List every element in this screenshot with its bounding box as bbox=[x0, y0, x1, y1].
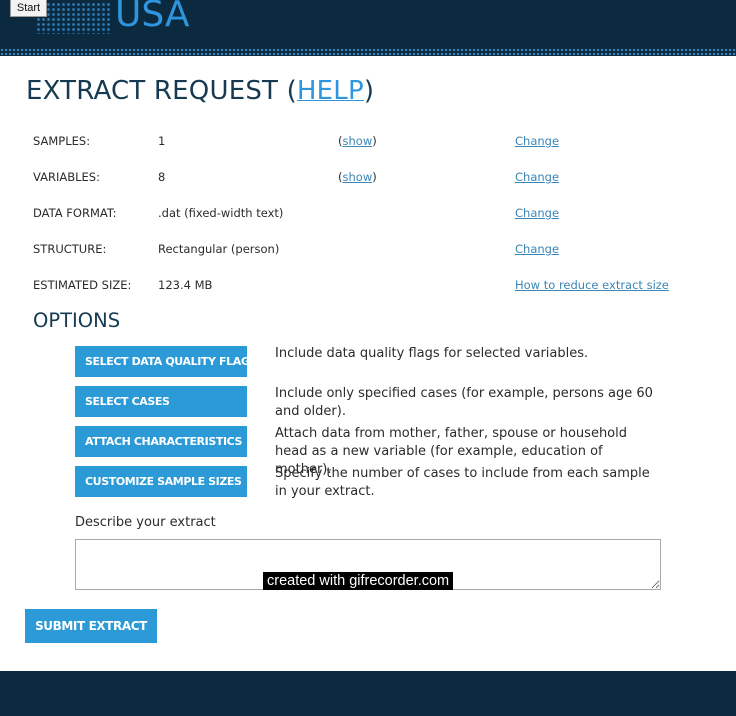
recorder-watermark: created with gifrecorder.com bbox=[263, 572, 454, 590]
summary-row-structure: STRUCTURE: Rectangular (person) Change bbox=[33, 239, 693, 259]
data-quality-flags-description: Include data quality flags for selected … bbox=[275, 346, 589, 361]
data-format-change-link[interactable]: Change bbox=[515, 203, 559, 223]
customize-sample-sizes-description: Specify the number of cases to include f… bbox=[275, 466, 650, 499]
structure-change-link[interactable]: Change bbox=[515, 239, 559, 259]
select-data-quality-flags-button[interactable]: SELECT DATA QUALITY FLAGS bbox=[75, 346, 257, 377]
help-link[interactable]: HELP bbox=[297, 76, 364, 106]
attach-characteristics-button[interactable]: ATTACH CHARACTERISTICS bbox=[75, 426, 247, 457]
variables-show: (show) bbox=[338, 167, 377, 187]
select-cases-button[interactable]: SELECT CASES bbox=[75, 386, 247, 417]
options-heading: OPTIONS bbox=[33, 309, 121, 332]
reduce-size-link[interactable]: How to reduce extract size bbox=[515, 275, 669, 295]
summary-row-estimated-size: ESTIMATED SIZE: 123.4 MB How to reduce e… bbox=[33, 275, 693, 295]
site-footer bbox=[0, 671, 736, 716]
samples-value: 1 bbox=[158, 134, 166, 148]
samples-label: SAMPLES: bbox=[33, 134, 91, 148]
logo-globe-pattern bbox=[36, 2, 112, 34]
estimated-size-value: 123.4 MB bbox=[158, 278, 213, 292]
header-dot-border bbox=[0, 48, 736, 56]
variables-change-link[interactable]: Change bbox=[515, 167, 559, 187]
samples-change-link[interactable]: Change bbox=[515, 131, 559, 151]
page-title-text: EXTRACT REQUEST ( bbox=[26, 76, 297, 106]
describe-extract-label: Describe your extract bbox=[75, 515, 216, 530]
samples-show-link[interactable]: show bbox=[343, 134, 373, 148]
samples-show-close: ) bbox=[372, 134, 377, 148]
customize-sample-sizes-button[interactable]: CUSTOMIZE SAMPLE SIZES bbox=[75, 466, 247, 497]
data-format-label: DATA FORMAT: bbox=[33, 206, 117, 220]
summary-row-data-format: DATA FORMAT: .dat (fixed-width text) Cha… bbox=[33, 203, 693, 223]
data-format-value: .dat (fixed-width text) bbox=[158, 206, 284, 220]
variables-show-link[interactable]: show bbox=[343, 170, 373, 184]
page-title: EXTRACT REQUEST (HELP) bbox=[26, 76, 374, 106]
samples-show: (show) bbox=[338, 131, 377, 151]
summary-row-samples: SAMPLES: 1 (show) Change bbox=[33, 131, 693, 151]
submit-extract-button[interactable]: SUBMIT EXTRACT bbox=[25, 609, 157, 643]
page-title-close: ) bbox=[363, 76, 375, 106]
structure-value: Rectangular (person) bbox=[158, 242, 280, 256]
site-logo[interactable]: USA bbox=[115, 0, 190, 35]
site-header: USA bbox=[0, 0, 736, 56]
structure-label: STRUCTURE: bbox=[33, 242, 107, 256]
variables-value: 8 bbox=[158, 170, 166, 184]
summary-row-variables: VARIABLES: 8 (show) Change bbox=[33, 167, 693, 187]
variables-show-close: ) bbox=[372, 170, 377, 184]
variables-label: VARIABLES: bbox=[33, 170, 100, 184]
select-cases-description: Include only specified cases (for exampl… bbox=[275, 386, 653, 419]
start-button[interactable]: Start bbox=[10, 0, 47, 17]
estimated-size-label: ESTIMATED SIZE: bbox=[33, 278, 132, 292]
